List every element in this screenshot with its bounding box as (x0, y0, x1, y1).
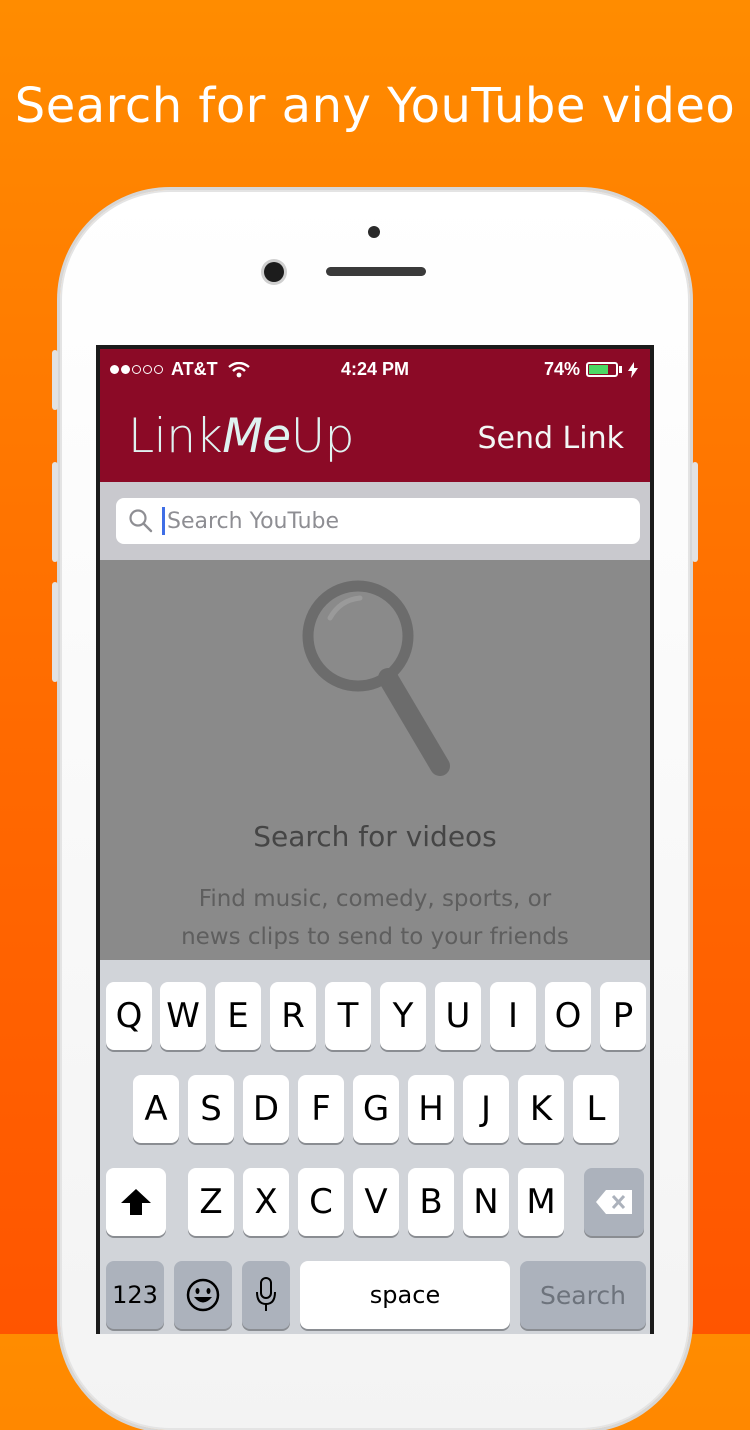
power-button (692, 462, 698, 562)
microphone-icon (256, 1277, 276, 1311)
key-a[interactable]: A (133, 1075, 179, 1143)
key-j[interactable]: J (463, 1075, 509, 1143)
battery-tip (619, 366, 622, 373)
key-p[interactable]: P (600, 982, 646, 1050)
keyboard: Q W E R T Y U I O P A S D F G H J K L Z … (100, 960, 650, 1334)
key-t[interactable]: T (325, 982, 371, 1050)
volume-up-button (52, 462, 58, 562)
key-c[interactable]: C (298, 1168, 344, 1236)
key-l[interactable]: L (573, 1075, 619, 1143)
battery-group: 74% (544, 359, 638, 380)
key-k[interactable]: K (518, 1075, 564, 1143)
battery-icon (586, 362, 618, 377)
backspace-icon (596, 1190, 632, 1214)
microphone-key[interactable] (242, 1261, 290, 1329)
key-f[interactable]: F (298, 1075, 344, 1143)
key-u[interactable]: U (435, 982, 481, 1050)
key-s[interactable]: S (188, 1075, 234, 1143)
top-bar: AT&T 4:24 PM 74% LinkMeUp Send Link (100, 349, 650, 482)
earpiece-speaker (326, 267, 426, 276)
key-n[interactable]: N (463, 1168, 509, 1236)
emoji-icon (186, 1278, 220, 1312)
numbers-key[interactable]: 123 (106, 1261, 164, 1329)
search-placeholder: Search YouTube (167, 508, 340, 534)
empty-state-title: Search for videos (253, 820, 497, 853)
key-v[interactable]: V (353, 1168, 399, 1236)
text-caret (162, 507, 165, 535)
navigation-bar: LinkMeUp Send Link (100, 393, 650, 482)
delete-key[interactable] (584, 1168, 644, 1236)
key-b[interactable]: B (408, 1168, 454, 1236)
emoji-key[interactable] (174, 1261, 232, 1329)
key-x[interactable]: X (243, 1168, 289, 1236)
search-icon (128, 508, 154, 534)
app-logo: LinkMeUp (128, 409, 354, 464)
key-z[interactable]: Z (188, 1168, 234, 1236)
headline: Search for any YouTube video (14, 78, 736, 134)
status-bar: AT&T 4:24 PM 74% (100, 349, 650, 389)
key-g[interactable]: G (353, 1075, 399, 1143)
key-o[interactable]: O (545, 982, 591, 1050)
search-key[interactable]: Search (520, 1261, 646, 1329)
empty-state: Search for videos Find music, comedy, sp… (100, 560, 650, 960)
send-link-button[interactable]: Send Link (477, 421, 624, 456)
key-i[interactable]: I (490, 982, 536, 1050)
key-h[interactable]: H (408, 1075, 454, 1143)
key-w[interactable]: W (160, 982, 206, 1050)
key-d[interactable]: D (243, 1075, 289, 1143)
shift-arrow-icon (121, 1189, 151, 1215)
phone-screen: AT&T 4:24 PM 74% LinkMeUp Send Link Sear… (96, 345, 654, 1334)
key-m[interactable]: M (518, 1168, 564, 1236)
volume-down-button (52, 582, 58, 682)
battery-percent: 74% (543, 359, 580, 379)
search-input[interactable]: Search YouTube (116, 498, 640, 544)
magnifier-icon (302, 580, 450, 776)
key-e[interactable]: E (215, 982, 261, 1050)
key-y[interactable]: Y (380, 982, 426, 1050)
bolt-icon (628, 361, 638, 378)
space-key[interactable]: space (300, 1261, 510, 1329)
empty-state-subtitle: Find music, comedy, sports, or news clip… (181, 886, 569, 950)
mute-switch (52, 350, 58, 410)
shift-key[interactable] (106, 1168, 166, 1236)
key-q[interactable]: Q (106, 982, 152, 1050)
proximity-sensor (368, 226, 380, 238)
search-bar: Search YouTube (100, 482, 650, 560)
front-camera (264, 262, 284, 282)
key-r[interactable]: R (270, 982, 316, 1050)
